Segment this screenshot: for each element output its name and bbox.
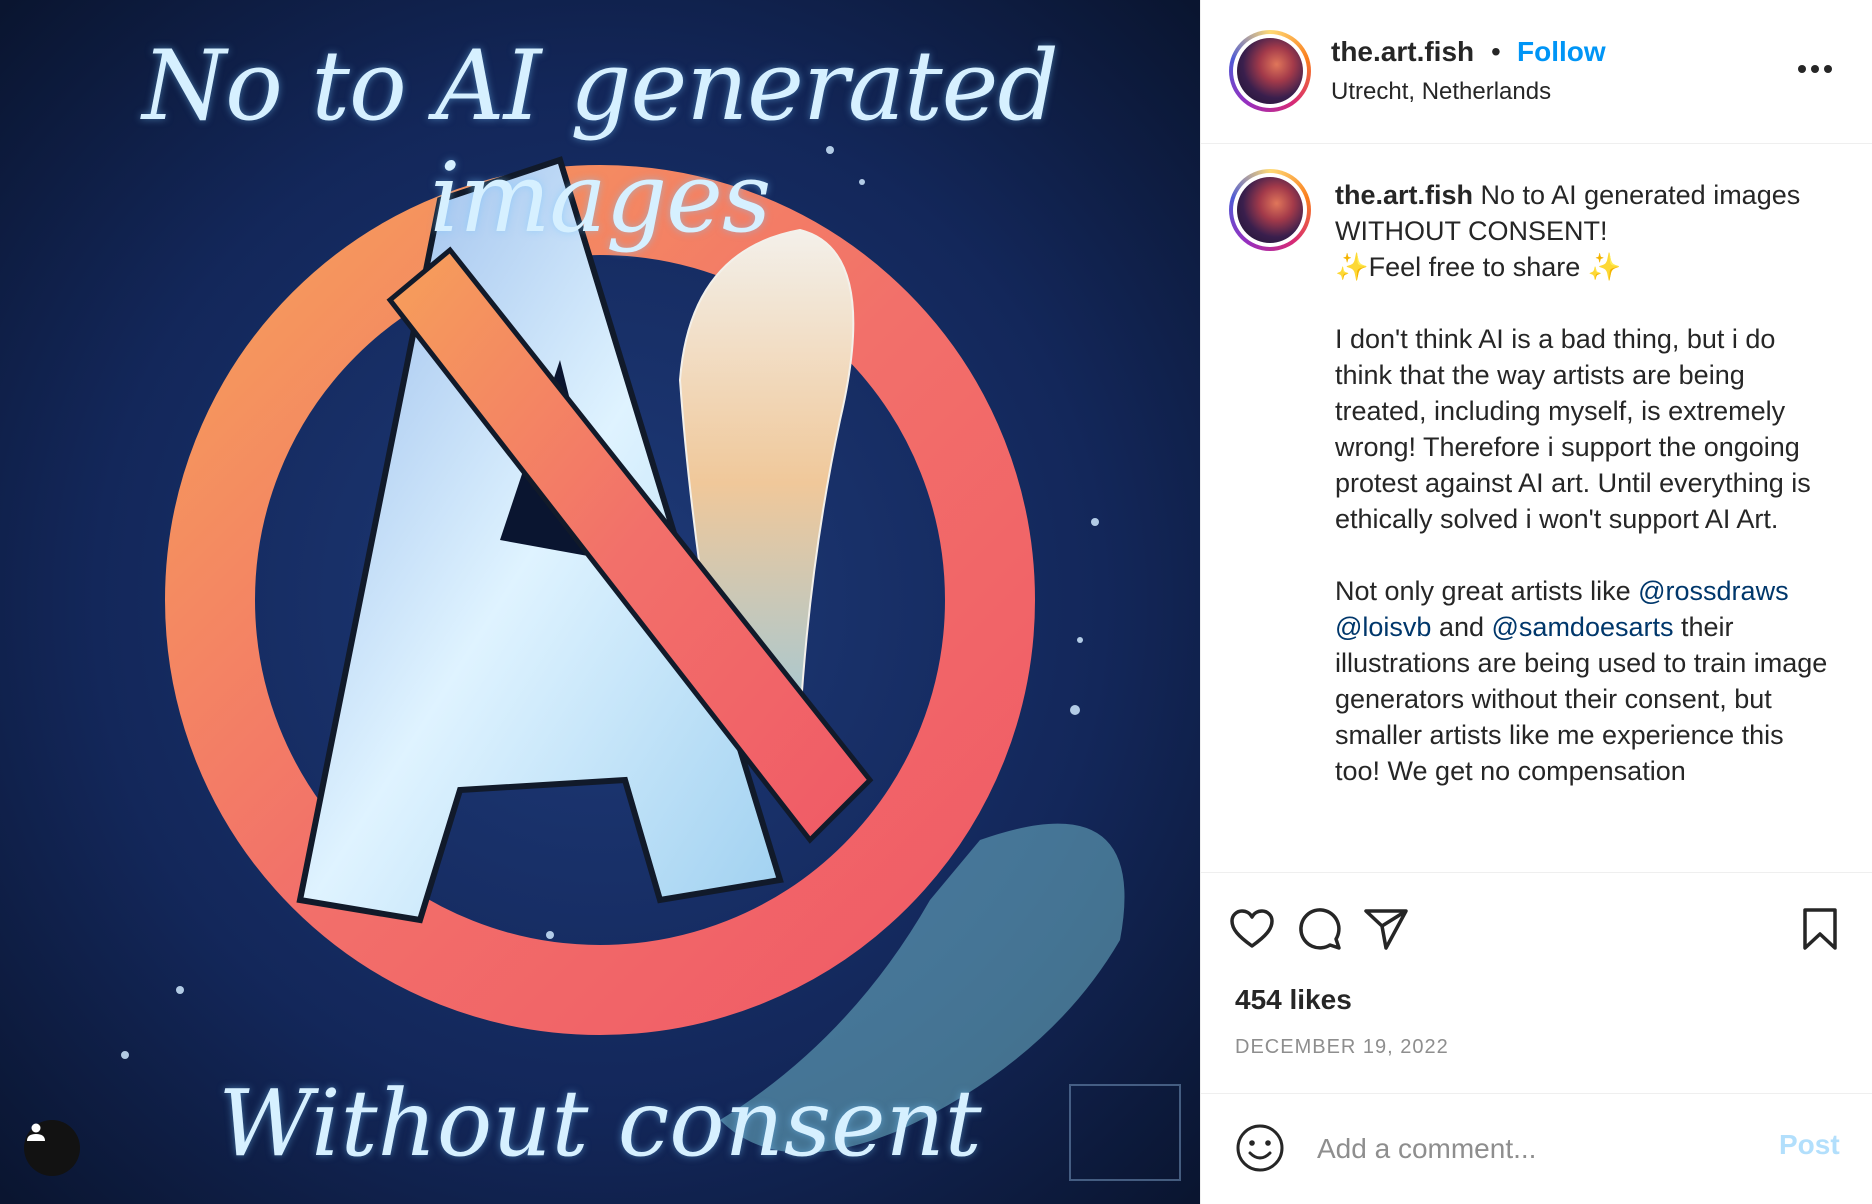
mention-rossdraws[interactable]: @rossdraws [1638, 576, 1788, 606]
artwork-title-top: No to AI generated images [142, 30, 1059, 254]
location-link[interactable]: Utrecht, Netherlands [1331, 78, 1551, 106]
tagged-users-button[interactable] [24, 1120, 80, 1176]
likes-count[interactable]: 454 likes [1235, 984, 1352, 1016]
post-image[interactable]: No to AI generated images Without consen… [0, 0, 1200, 1204]
separator-dot: • [1491, 36, 1501, 67]
artwork-title-bottom: Without consent [218, 1070, 982, 1177]
caption-and: and [1431, 612, 1492, 642]
more-horizontal-icon [1798, 65, 1832, 73]
post-side-panel: the.art.fish • Follow Utrecht, Netherlan… [1200, 0, 1872, 1204]
person-icon [27, 1123, 45, 1141]
caption-username[interactable]: the.art.fish [1335, 180, 1473, 210]
save-button[interactable] [1793, 902, 1847, 956]
comment-icon [1299, 908, 1341, 950]
like-button[interactable] [1225, 902, 1279, 956]
emoji-button[interactable] [1235, 1123, 1285, 1173]
caption-para2-start: Not only great artists like [1335, 576, 1639, 606]
comment-box: Post [1201, 1095, 1872, 1204]
mention-samdoesarts[interactable]: @samdoesarts [1492, 612, 1674, 642]
comment-button[interactable] [1293, 902, 1347, 956]
post-actions: 454 likes DECEMBER 19, 2022 [1201, 874, 1872, 1094]
more-options-button[interactable] [1797, 52, 1833, 74]
caption-text: the.art.fish No to AI generated images W… [1335, 177, 1835, 789]
post-date[interactable]: DECEMBER 19, 2022 [1235, 1036, 1449, 1059]
caption-line2: ✨Feel free to share ✨ [1335, 252, 1622, 282]
comment-input[interactable] [1317, 1127, 1737, 1171]
post-header: the.art.fish • Follow Utrecht, Netherlan… [1201, 0, 1872, 144]
caption-section: the.art.fish No to AI generated images W… [1201, 145, 1872, 873]
share-button[interactable] [1359, 902, 1413, 956]
caption-paragraph1: I don't think AI is a bad thing, but i d… [1335, 324, 1811, 534]
bookmark-icon [1803, 908, 1837, 950]
smiley-icon [1236, 1124, 1284, 1172]
heart-icon [1230, 909, 1274, 948]
post-comment-button[interactable]: Post [1779, 1129, 1840, 1161]
author-username[interactable]: the.art.fish [1331, 36, 1474, 68]
send-icon [1364, 909, 1408, 950]
follow-button[interactable]: Follow [1517, 36, 1606, 68]
mention-loisvb[interactable]: @loisvb [1335, 612, 1431, 642]
author-avatar[interactable] [1229, 30, 1311, 112]
caption-avatar[interactable] [1229, 169, 1311, 251]
